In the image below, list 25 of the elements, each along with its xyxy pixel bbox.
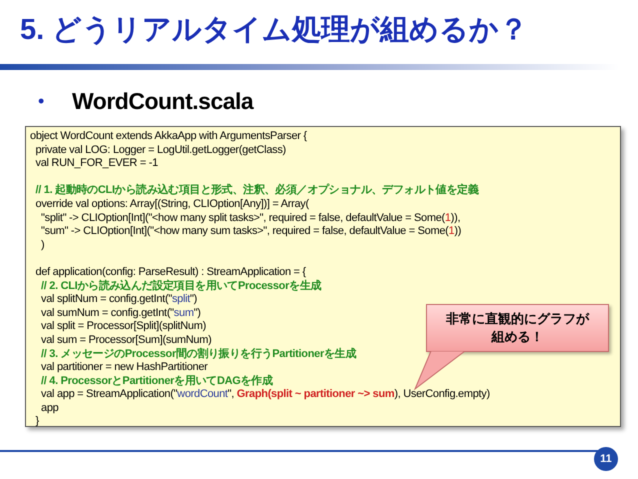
code-line: val sum = Processor[Sum](sumNum) — [40, 334, 212, 348]
code-line: private val LOG: Logger = LogUtil.getLogger(getClass) — [34, 144, 286, 158]
code-line: ) — [40, 238, 44, 252]
code-line: def application(config: ParseResult) : StreamApplication = { — [34, 266, 306, 280]
code-line: // 4. ProcessorとPartitionerを用いてDAGを作成 — [40, 374, 273, 388]
page-number: 11 — [594, 447, 618, 471]
code-line: val sumNum = config.getInt("sum") — [40, 306, 201, 320]
code-line: } — [34, 415, 39, 430]
code-line: override val options: Array[(String, CLIOption[Any])] = Array( — [34, 198, 309, 212]
code-line: "sum" -> CLIOption[Int]("<how many sum tasks>", required = false, defaultValue = Some(1)) — [40, 225, 462, 239]
code-line: // 2. CLIから読み込んだ設定項目を用いてProcessorを生成 — [40, 280, 322, 294]
code-line: app — [40, 402, 58, 416]
callout-text: 非常に直観的にグラフが 組める！ — [446, 310, 589, 346]
bullet-text: WordCount.scala — [72, 86, 254, 116]
code-line: val split = Processor[Split](splitNum) — [40, 320, 206, 334]
bullet-marker: • — [38, 90, 46, 112]
code-line: val partitioner = new HashPartitioner — [40, 361, 208, 375]
slide-title: 5. どうリアルタイム処理が組めるか？ — [19, 13, 530, 48]
code-line: val splitNum = config.getInt("split") — [40, 293, 197, 307]
code-line: object WordCount extends AkkaApp with ArgumentsParser { — [30, 130, 307, 144]
code-line: // 3. メッセージのProcessor間の割り振りを行うPartitionerを生成 — [40, 348, 356, 362]
code-line: val app = StreamApplication("wordCount", Graph(split ~ partitioner ~> sum), UserConfig.empty) — [40, 388, 490, 402]
code-line: val RUN_FOR_EVER = -1 — [34, 157, 158, 171]
code-line: // 1. 起動時のCLIから読み込む項目と形式、注釈、必須／オプショナル、デフォルト値を定義 — [34, 184, 479, 198]
code-line: "split" -> CLIOption[Int]("<how many split tasks>", required = false, defaultValue = Some(1)), — [40, 212, 460, 226]
